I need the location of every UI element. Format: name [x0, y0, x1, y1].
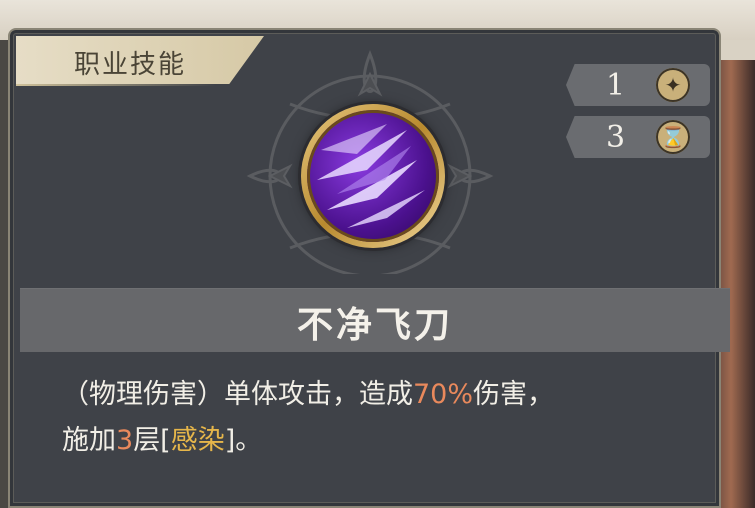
skill-description: （物理伤害）单体攻击，造成70%伤害， 施加3层[感染]。	[62, 372, 722, 464]
cooldown-value: 3	[606, 120, 626, 155]
status-effect-keyword[interactable]: 感染	[171, 425, 225, 456]
desc-text: 施加	[62, 425, 116, 456]
skill-name: 不净飞刀	[296, 305, 453, 346]
title-underline	[16, 84, 216, 86]
cost-badge: 1 ✦	[566, 64, 710, 106]
cooldown-badge: 3 ⌛	[566, 116, 710, 158]
cost-value: 1	[606, 68, 626, 103]
desc-text: ]。	[224, 425, 263, 456]
panel-title: 职业技能	[74, 50, 187, 80]
skill-icon	[301, 104, 445, 248]
desc-text: （物理伤害）单体攻击，造成	[62, 379, 413, 410]
background-left-strip	[0, 40, 8, 508]
hourglass-icon: ⌛	[656, 120, 690, 154]
damage-percent: 70%	[413, 379, 474, 410]
desc-text: 伤害，	[473, 379, 555, 410]
skill-name-band: 不净飞刀	[20, 288, 730, 352]
title-tab: 职业技能	[16, 36, 264, 84]
flying-dagger-icon	[307, 110, 439, 242]
dagger-slash-graphic	[317, 124, 425, 228]
desc-text: 层[	[133, 425, 171, 456]
stack-count: 3	[116, 425, 134, 456]
sparkle-icon: ✦	[656, 68, 690, 102]
